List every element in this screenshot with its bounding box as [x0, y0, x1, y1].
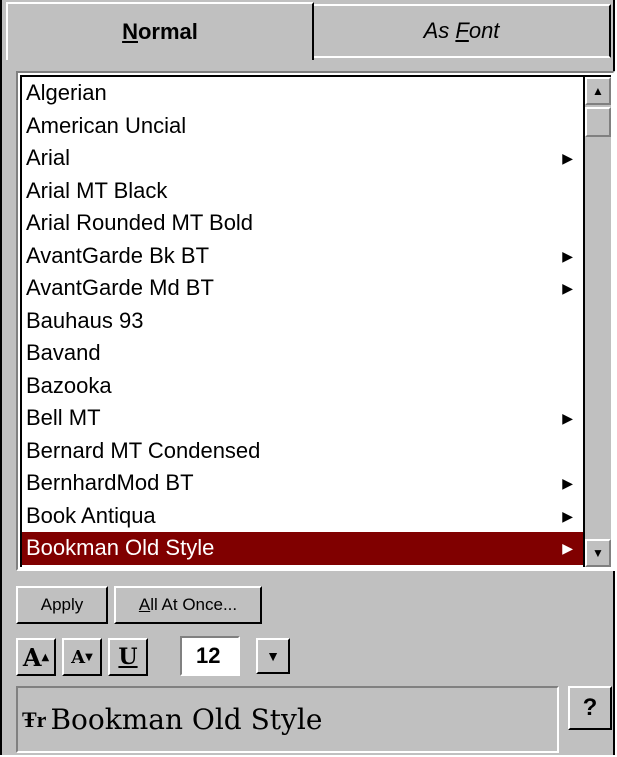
tab-as-font-prefix: As: [423, 18, 456, 43]
font-list: Algerian American Uncial Arial ▶ Arial MT Bl…: [20, 75, 583, 567]
help-button[interactable]: ?: [568, 686, 612, 730]
submenu-arrow-icon: ▶: [562, 475, 573, 491]
arrow-up-icon: ▲: [592, 84, 604, 98]
submenu-arrow-icon: ▶: [562, 507, 573, 524]
font-list-item-label: Book Antiqua: [26, 502, 156, 528]
submenu-arrow-icon: ▶: [562, 410, 573, 426]
font-list-item[interactable]: Arial ▶: [22, 142, 583, 175]
preview-font-name: Bookman Old Style: [50, 703, 323, 736]
font-list-item[interactable]: Arial MT Black: [22, 175, 583, 208]
vertical-scrollbar[interactable]: ▲ ▼: [583, 75, 611, 567]
arrow-down-icon: ▼: [592, 546, 604, 560]
submenu-arrow-icon: ▶: [562, 540, 573, 556]
submenu-arrow-icon: ▶: [562, 280, 573, 296]
font-list-item-label: BernhardMod BT: [26, 470, 194, 495]
font-list-item[interactable]: Bavand: [22, 337, 583, 370]
grow-up-arrow-icon: ▲: [41, 651, 50, 663]
font-size-value: 12: [196, 643, 221, 668]
underline-button[interactable]: U: [108, 638, 148, 676]
scroll-thumb[interactable]: [585, 107, 611, 137]
font-list-item-label: Arial: [26, 145, 71, 170]
increase-size-button[interactable]: A ▲: [16, 638, 56, 676]
all-at-once-label: ll At Once...: [150, 595, 238, 614]
help-icon: ?: [582, 694, 598, 721]
all-at-once-button[interactable]: All At Once...: [114, 586, 262, 624]
submenu-arrow-icon: ▶: [562, 247, 573, 264]
tab-normal-label: ormal: [137, 19, 198, 44]
font-list-item[interactable]: AvantGarde Md BT ▶: [22, 272, 583, 305]
font-list-item-label: AvantGarde Bk BT: [26, 242, 210, 268]
font-list-item[interactable]: AvantGarde Bk BT ▶: [22, 240, 583, 273]
font-listbox[interactable]: Algerian American Uncial Arial ▶ Arial MT Bl…: [16, 71, 615, 571]
scroll-track[interactable]: [585, 139, 611, 539]
font-list-item[interactable]: Algerian: [22, 77, 583, 110]
font-preview: Ŧr Bookman Old Style: [16, 686, 559, 753]
shrink-font-icon: A: [71, 646, 86, 668]
apply-label: Apply: [40, 595, 84, 614]
submenu-arrow-icon: ▶: [562, 150, 573, 166]
font-list-item[interactable]: American Uncial: [22, 110, 583, 143]
tab-as-font[interactable]: As Font: [314, 4, 611, 58]
decrease-size-button[interactable]: A ▼: [62, 638, 102, 676]
tab-as-font-mnemonic: F: [455, 18, 469, 43]
font-list-item-label: Arial MT Black: [26, 177, 168, 203]
all-at-once-mnemonic: A: [138, 595, 151, 614]
tab-normal[interactable]: Normal: [6, 2, 314, 60]
tab-normal-mnemonic: N: [122, 19, 138, 44]
scroll-up-button[interactable]: ▲: [585, 77, 611, 105]
font-list-item-label: Algerian: [26, 80, 107, 105]
font-list-item[interactable]: BernhardMod BT ▶: [22, 467, 583, 500]
font-list-item[interactable]: Arial Rounded MT Bold: [22, 207, 583, 240]
font-list-item-label: Bazooka: [26, 372, 112, 398]
underline-icon: U: [118, 644, 138, 670]
font-list-item[interactable]: Bell MT ▶: [22, 402, 583, 435]
apply-button[interactable]: Apply: [16, 586, 108, 624]
font-list-item-label: Bavand: [26, 340, 101, 365]
font-list-item-label: AvantGarde Md BT: [26, 275, 214, 300]
font-list-item-label: Bookman Old Style: [26, 535, 215, 560]
dropdown-arrow-icon: ▼: [266, 648, 280, 664]
font-list-item[interactable]: Bauhaus 93: [22, 305, 583, 338]
scroll-down-button[interactable]: ▼: [585, 539, 611, 567]
font-list-item[interactable]: Bazooka: [22, 370, 583, 403]
font-list-item[interactable]: Braggadocio: [22, 565, 583, 568]
truetype-icon: Ŧr: [22, 706, 47, 732]
font-list-item-label: Bell MT: [26, 405, 101, 430]
font-list-item[interactable]: Book Antiqua ▶: [22, 500, 583, 533]
font-list-item-label: Arial Rounded MT Bold: [26, 210, 254, 235]
font-picker-window: Normal As Font Algerian American Uncial Ar…: [0, 0, 615, 755]
font-list-item[interactable]: Bernard MT Condensed: [22, 435, 583, 468]
grow-font-icon: A: [22, 642, 42, 672]
shrink-down-arrow-icon: ▼: [85, 651, 93, 663]
font-list-item-label: American Uncial: [26, 112, 187, 138]
font-list-item-label: Bernard MT Condensed: [26, 437, 261, 463]
font-list-item[interactable]: Bookman Old Style ▶: [22, 532, 583, 565]
font-size-field[interactable]: 12: [180, 636, 240, 676]
tab-as-font-label: ont: [468, 18, 500, 43]
font-list-item-label: Bauhaus 93: [26, 307, 144, 333]
font-size-dropdown-button[interactable]: ▼: [256, 638, 290, 674]
